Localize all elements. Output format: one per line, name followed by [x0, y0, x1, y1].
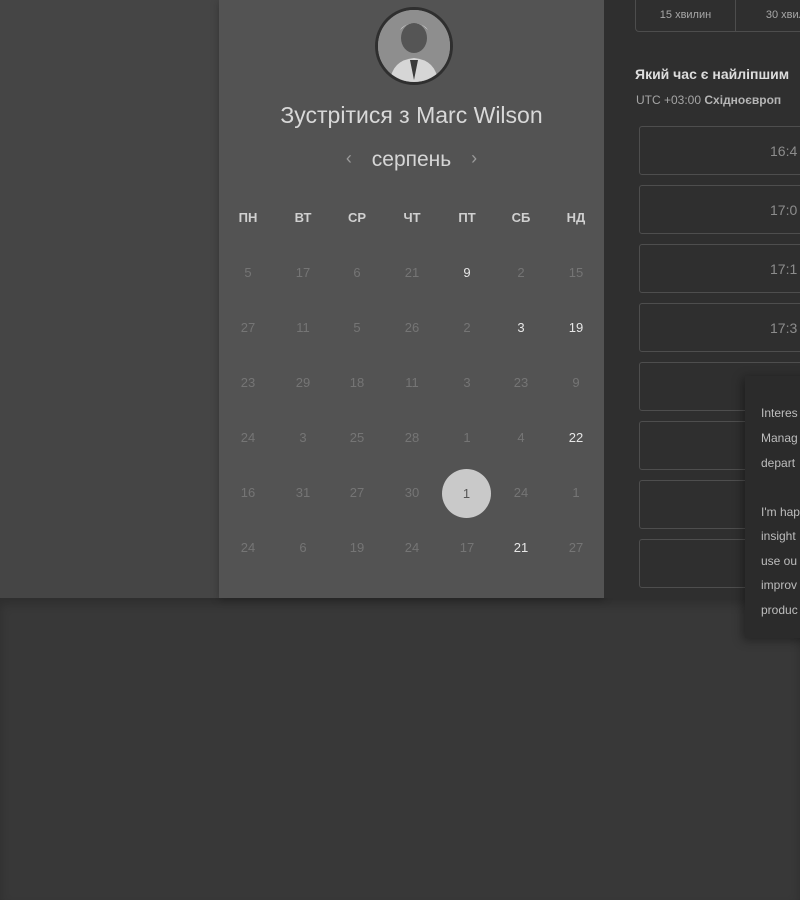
weekday-label: ЧТ	[403, 210, 421, 225]
duration-tab-15[interactable]: 15 хвилин	[636, 0, 736, 31]
calendar-day: 3	[463, 375, 471, 390]
calendar-day: 1	[572, 485, 580, 500]
calendar-day: 28	[404, 430, 420, 445]
popover-line: produc	[761, 603, 798, 617]
popover-line: improv	[761, 578, 798, 592]
chevron-left-icon[interactable]: ‹	[332, 148, 366, 169]
popover-line: insight	[761, 529, 796, 543]
calendar-day: 9	[572, 375, 580, 390]
chevron-right-icon[interactable]: ›	[457, 148, 491, 169]
time-slot-button[interactable]: 17:0	[639, 185, 800, 234]
calendar-day-available[interactable]: 21	[494, 540, 548, 560]
calendar-day: 2	[463, 320, 471, 335]
popover-line: Interes	[761, 406, 798, 420]
duration-tabs: 15 хвилин 30 хвил	[635, 0, 800, 32]
calendar-day-available[interactable]: 9	[440, 265, 494, 285]
weekday-label: ПТ	[458, 210, 476, 225]
calendar-day-selected[interactable]: 1	[442, 469, 491, 518]
weekday-label: ВТ	[294, 210, 312, 225]
calendar-day-available[interactable]: 3	[494, 320, 548, 340]
weekday-label: СР	[347, 210, 367, 225]
page: Зустрітися з Marc Wilson ‹ серпень › ПН В…	[0, 0, 800, 900]
meeting-title: Зустрітися з Marc Wilson	[280, 102, 543, 128]
weekday-label: НД	[566, 210, 586, 225]
calendar-day: 6	[353, 265, 361, 280]
calendar-day: 23	[240, 375, 256, 390]
calendar-day: 30	[404, 485, 420, 500]
popover-line: Manag	[761, 431, 798, 445]
calendar-day: 2	[517, 265, 525, 280]
avatar	[375, 7, 453, 85]
page-footer-area	[0, 598, 800, 900]
popover-line: I'm hap	[761, 505, 800, 519]
calendar-day: 31	[295, 485, 311, 500]
calendar-day: 18	[349, 375, 365, 390]
calendar-day: 27	[240, 320, 256, 335]
calendar-day: 17	[459, 540, 475, 555]
calendar-day: 24	[240, 540, 256, 555]
calendar-day: 5	[353, 320, 361, 335]
duration-tab-30[interactable]: 30 хвил	[736, 0, 800, 31]
calendar-day: 17	[295, 265, 311, 280]
timezone-name: Східноєвроп	[704, 93, 782, 107]
calendar-day: 11	[296, 320, 310, 335]
calendar-day: 11	[405, 375, 419, 390]
calendar-day: 21	[404, 265, 420, 280]
calendar-day: 1	[463, 430, 471, 445]
time-slot-button[interactable]: 17:1	[639, 244, 800, 293]
timezone-label[interactable]: UTC +03:00 Східноєвроп	[636, 93, 781, 107]
time-slot-button[interactable]: 16:4	[639, 126, 800, 175]
calendar-day: 29	[295, 375, 311, 390]
weekday-label: ПН	[238, 210, 258, 225]
calendar-day: 26	[404, 320, 420, 335]
month-navigation: ‹ серпень ›	[219, 148, 604, 172]
calendar-card: Зустрітися з Marc Wilson ‹ серпень › ПН В…	[219, 0, 604, 598]
popover-line: use ou	[761, 554, 798, 568]
calendar-day: 24	[240, 430, 256, 445]
calendar-day: 24	[513, 485, 529, 500]
person-avatar-icon	[378, 10, 450, 82]
calendar-day-available[interactable]: 22	[549, 430, 603, 450]
calendar-day: 16	[240, 485, 256, 500]
calendar-day: 6	[299, 540, 307, 555]
calendar-day-available[interactable]: 19	[549, 320, 603, 340]
info-popover: Interes Manag depart I'm hap insight use ou im…	[745, 376, 800, 638]
time-slot-button[interactable]: 17:3	[639, 303, 800, 352]
calendar-day: 15	[568, 265, 584, 280]
calendar-day: 24	[404, 540, 420, 555]
weekday-label: СБ	[511, 210, 531, 225]
month-label: серпень	[371, 148, 452, 171]
calendar-day: 25	[349, 430, 365, 445]
timezone-offset: UTC +03:00	[636, 93, 702, 107]
popover-line: depart	[761, 456, 796, 470]
best-time-question: Який час є найліпшим	[635, 66, 790, 82]
calendar-day: 23	[513, 375, 529, 390]
calendar-day: 5	[244, 265, 252, 280]
calendar-day: 27	[349, 485, 365, 500]
calendar-day: 3	[299, 430, 307, 445]
calendar-day: 27	[568, 540, 584, 555]
calendar-day: 4	[517, 430, 525, 445]
calendar-day: 19	[349, 540, 365, 555]
